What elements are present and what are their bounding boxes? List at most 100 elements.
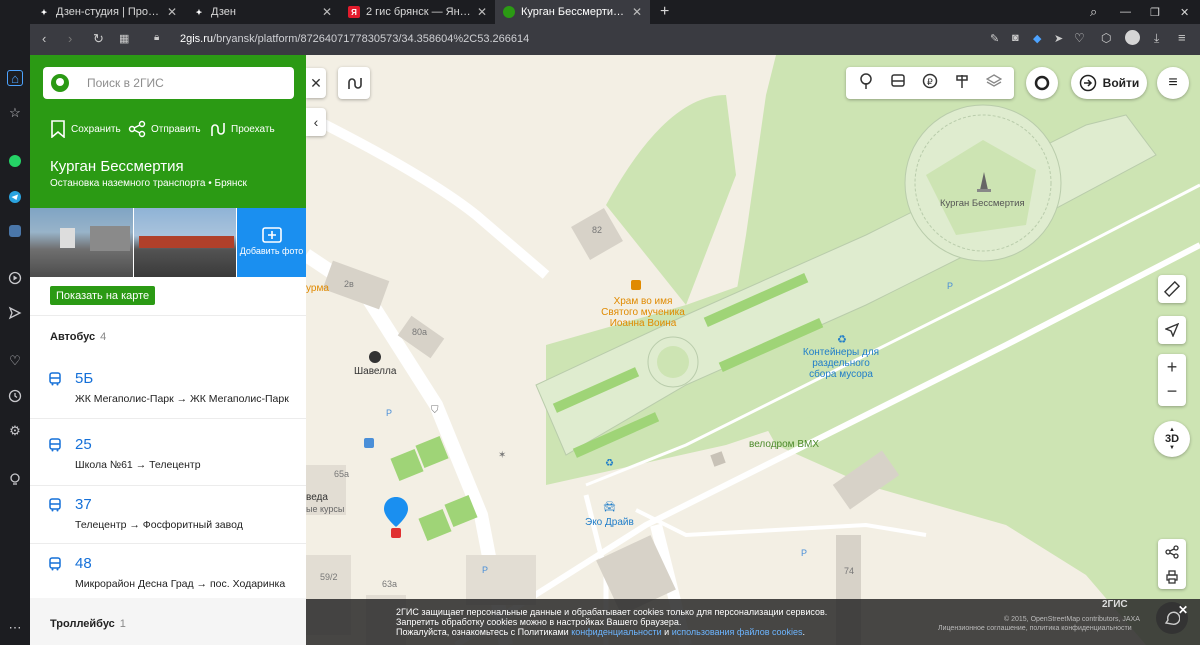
trolleybus-section[interactable]: Троллейбус 1 <box>30 598 306 645</box>
show-on-map-button[interactable]: Показать на карте <box>50 286 156 305</box>
route-item[interactable]: 5Б ЖК Мегаполис-Парк → ЖК Мегаполис-Парк <box>30 360 306 419</box>
dzen-favicon-icon: ✦ <box>40 7 48 17</box>
recycle-icon: ♻ <box>605 458 614 469</box>
telegram-icon[interactable] <box>7 189 23 205</box>
close-tab-icon[interactable]: ✕ <box>632 5 642 19</box>
close-window-icon[interactable]: ✕ <box>1172 0 1197 24</box>
player-icon[interactable] <box>7 270 23 286</box>
bmx-label[interactable]: велодром BMX <box>749 439 819 450</box>
small-circle-inner <box>657 346 689 378</box>
tab-yandex[interactable]: Я 2 гис брянск — Яндекс: на ✕ <box>340 0 495 24</box>
add-photo-button[interactable]: Добавить фото <box>237 208 306 277</box>
map-canvas[interactable] <box>306 55 1200 645</box>
menu-icon[interactable]: ≡ <box>1178 30 1186 45</box>
route-item[interactable]: 25 Школа №61 → Телецентр <box>30 426 306 486</box>
collapse-panel-button[interactable]: ‹ <box>306 108 326 136</box>
shield-icon[interactable]: ◆ <box>1033 32 1041 45</box>
camera-icon[interactable]: ◙ <box>1012 32 1019 44</box>
close-cookie-icon[interactable]: ✕ <box>1178 604 1188 616</box>
search-input[interactable]: Поиск в 2ГИС <box>43 67 294 99</box>
shavella-icon[interactable] <box>369 351 381 363</box>
route-direction: ЖК Мегаполис-Парк → ЖК Мегаполис-Парк <box>75 393 289 405</box>
friends-button[interactable] <box>1026 67 1058 99</box>
route-item[interactable]: 37 Телецентр → Фосфоритный завод <box>30 486 306 544</box>
close-panel-button[interactable]: ✕ <box>306 68 326 98</box>
reload-icon[interactable]: ↻ <box>93 31 104 47</box>
vk-icon[interactable] <box>7 223 23 239</box>
url-field[interactable]: 2gis.ru/bryansk/platform/872640717783057… <box>180 33 529 45</box>
ruler-button[interactable] <box>1158 275 1186 303</box>
maximize-icon[interactable]: ❐ <box>1142 0 1168 24</box>
back-icon[interactable]: ‹ <box>42 31 46 46</box>
bulb-icon[interactable] <box>7 471 23 487</box>
bus-icon[interactable] <box>890 73 906 94</box>
settings-icon[interactable]: ⚙ <box>7 423 23 439</box>
building-number: 59/2 <box>320 572 338 582</box>
route-button[interactable]: Проехать <box>208 120 275 138</box>
close-tab-icon[interactable]: ✕ <box>167 5 177 19</box>
route-item[interactable]: 48 Микрорайон Десна Град → пос. Ходаринк… <box>30 545 306 598</box>
more-icon[interactable]: ⋯ <box>7 620 23 636</box>
avatar[interactable] <box>1125 30 1140 45</box>
download-icon[interactable]: ⤓ <box>1154 31 1159 46</box>
eco-drive-label[interactable]: Эко Драйв <box>585 517 634 528</box>
church-label[interactable]: Храм во имя Святого мученика Иоанна Воин… <box>598 296 688 329</box>
place-photo[interactable] <box>134 208 236 277</box>
heart-icon[interactable]: ♡ <box>7 353 23 369</box>
save-button[interactable]: Сохранить <box>50 120 121 138</box>
cookie-policy-link[interactable]: использования файлов cookies <box>672 627 803 637</box>
route-button[interactable] <box>338 67 370 99</box>
ruble-icon[interactable]: ₽ <box>922 73 938 94</box>
star-icon[interactable]: ☆ <box>7 105 23 121</box>
print-icon[interactable] <box>1165 564 1179 589</box>
send-icon[interactable] <box>7 305 23 321</box>
history-icon[interactable] <box>7 388 23 404</box>
privacy-link[interactable]: конфиденциальности <box>571 627 661 637</box>
urma-label: урма <box>306 283 329 294</box>
monument-icon[interactable] <box>974 170 994 199</box>
3d-button[interactable]: ▲ 3D ▼ <box>1154 421 1190 457</box>
login-button[interactable]: Войти <box>1071 67 1147 99</box>
shield-icon: ⛉ <box>431 405 439 416</box>
share-icon[interactable] <box>1165 539 1179 564</box>
shavella-label[interactable]: Шавелла <box>354 366 396 377</box>
tab-dzen-studio[interactable]: ✦ Дзен-студия | Про контур ✕ <box>30 0 185 24</box>
tab-bar: ✦ Дзен-студия | Про контур ✕ ✦ Дзен ✕ Я … <box>0 0 1200 24</box>
2gis-favicon-icon <box>503 6 515 18</box>
license-link[interactable]: Лицензионное соглашение, политика конфид… <box>938 624 1132 634</box>
my-location-button[interactable] <box>1158 316 1186 344</box>
whatsapp-icon[interactable] <box>7 153 23 169</box>
containers-label[interactable]: Контейнеры для раздельного сбора мусора <box>801 347 881 380</box>
route-number: 37 <box>75 496 92 513</box>
tree-icon[interactable] <box>858 72 874 94</box>
close-tab-icon[interactable]: ✕ <box>322 5 332 19</box>
new-tab-button[interactable]: + <box>652 0 672 24</box>
menu-button[interactable]: ≡ <box>1157 67 1189 99</box>
place-photo[interactable] <box>30 208 133 277</box>
share-icon <box>128 120 146 138</box>
layers-icon[interactable] <box>985 73 1003 94</box>
heart-icon[interactable]: ♡ <box>1074 31 1085 45</box>
send-icon[interactable]: ➤ <box>1054 32 1063 45</box>
tab-2gis[interactable]: Курган Бессмертия — 2Г ✕ <box>495 0 650 24</box>
monument-label[interactable]: Курган Бессмертия <box>940 198 1025 209</box>
forward-icon[interactable]: › <box>68 31 72 46</box>
tabs-grid-icon[interactable]: ▦ <box>119 32 129 45</box>
search-tabs-icon[interactable]: ⌕ <box>1082 0 1105 24</box>
signpost-icon[interactable] <box>954 73 970 94</box>
tab-dzen[interactable]: ✦ Дзен ✕ <box>185 0 340 24</box>
share-print-controls <box>1158 539 1186 589</box>
home-icon[interactable]: ⌂ <box>7 70 23 86</box>
church-icon[interactable] <box>631 280 641 290</box>
map[interactable]: Курган Бессмертия Храм во имя Святого му… <box>306 55 1200 645</box>
edit-icon[interactable]: ✎ <box>990 32 999 45</box>
minimize-icon[interactable]: — <box>1112 0 1139 24</box>
car-icon: 🚘︎ <box>603 502 616 513</box>
close-tab-icon[interactable]: ✕ <box>477 5 487 19</box>
zoom-in-button[interactable]: + <box>1167 354 1178 380</box>
location-pin-icon[interactable] <box>383 497 409 544</box>
building-number: 74 <box>844 566 855 576</box>
share-button[interactable]: Отправить <box>128 120 201 138</box>
zoom-out-button[interactable]: − <box>1167 380 1178 406</box>
cube-icon[interactable]: ⬡ <box>1101 31 1111 45</box>
